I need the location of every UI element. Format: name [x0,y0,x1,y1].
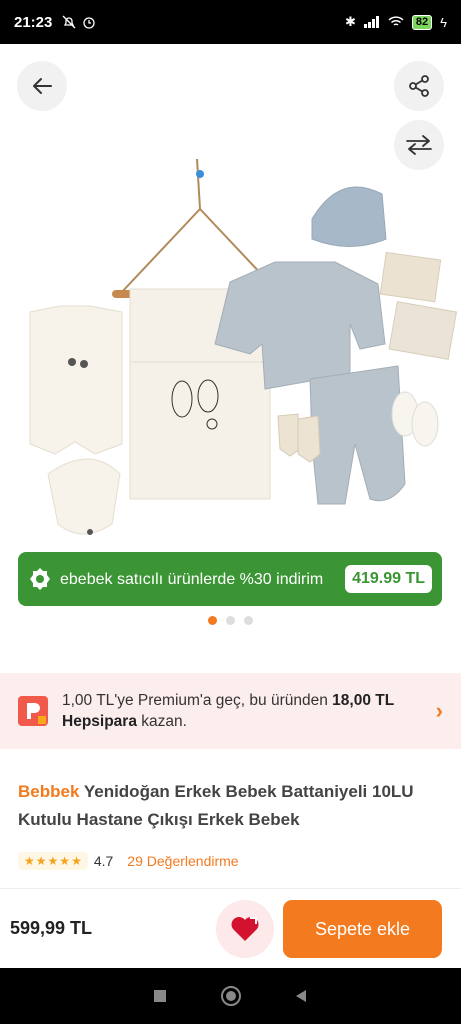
star-icon: ★ [71,854,82,868]
star-icon: ★ [35,854,47,868]
compare-arrows-icon [406,135,432,155]
arrow-left-icon [33,78,52,94]
discount-badge-icon [30,568,50,590]
promo-banner[interactable]: ebebek satıcılı ürünlerde %30 indirim 41… [18,552,442,606]
recent-apps-icon[interactable] [152,988,168,1004]
pagination-dot-active[interactable] [208,616,217,625]
bluetooth-icon: ✱ [344,14,356,29]
hepsipara-logo-icon [18,696,48,726]
star-icon: ★ [59,854,71,868]
back-button[interactable] [17,61,67,111]
promo-price: 419.99 TL [345,565,432,593]
baby-clothing-set-image [29,158,458,535]
mute-bell-icon [62,15,76,29]
product-title: Bebbek Yenidoğan Erkek Bebek Battaniyeli… [18,778,446,834]
wifi-icon [388,16,404,26]
battery-indicator: 82 [411,14,433,30]
product-image-gallery[interactable]: ebebek satıcılı ürünlerde %30 indirim 41… [0,44,461,644]
chevron-right-icon: › [435,698,443,723]
status-time: 21:23 [14,13,53,31]
share-button[interactable] [394,61,444,111]
bottom-action-bar: 599,99 TL Sepete ekle [0,888,461,968]
premium-offer-banner[interactable]: 1,00 TL'ye Premium'a geç, bu üründen 18,… [0,673,461,749]
rating-value: 4.7 [93,853,114,869]
star-icon: ★ [47,854,59,868]
alarm-icon [83,17,96,29]
favorite-button[interactable] [216,900,274,958]
product-price: 599,99 TL [10,918,93,938]
status-left-icons [62,15,96,29]
add-to-cart-button[interactable]: Sepete ekle [283,900,442,958]
status-right-icons: ✱ 82 ϟ [345,14,447,30]
share-icon [409,75,429,97]
heart-icon [231,917,259,941]
charging-icon: ϟ [440,14,447,30]
home-icon[interactable] [220,985,242,1007]
reviews-link[interactable]: 29 Değerlendirme [127,853,238,869]
premium-offer-text: 1,00 TL'ye Premium'a geç, bu üründen 18,… [62,690,428,732]
signal-icon [363,16,379,28]
status-bar: 21:23 ✱ 82 ϟ [0,0,461,44]
pagination-dot[interactable] [244,616,253,625]
star-rating: ★ ★ ★ ★ ★ [18,852,88,870]
compare-button[interactable] [394,120,444,170]
back-nav-icon[interactable] [293,988,309,1004]
premium-text-part1: 1,00 TL'ye Premium'a geç, bu üründen [62,692,333,709]
pagination-dot[interactable] [226,616,235,625]
premium-text-part2: kazan. [136,713,187,730]
image-pagination [0,616,461,625]
brand-link[interactable]: Bebbek [18,782,79,801]
star-icon: ★ [24,854,35,868]
promo-text: ebebek satıcılı ürünlerde %30 indirim [60,570,324,588]
rating-row: ★ ★ ★ ★ ★ 4.7 29 Değerlendirme [18,852,239,870]
system-nav-bar [0,968,461,1024]
